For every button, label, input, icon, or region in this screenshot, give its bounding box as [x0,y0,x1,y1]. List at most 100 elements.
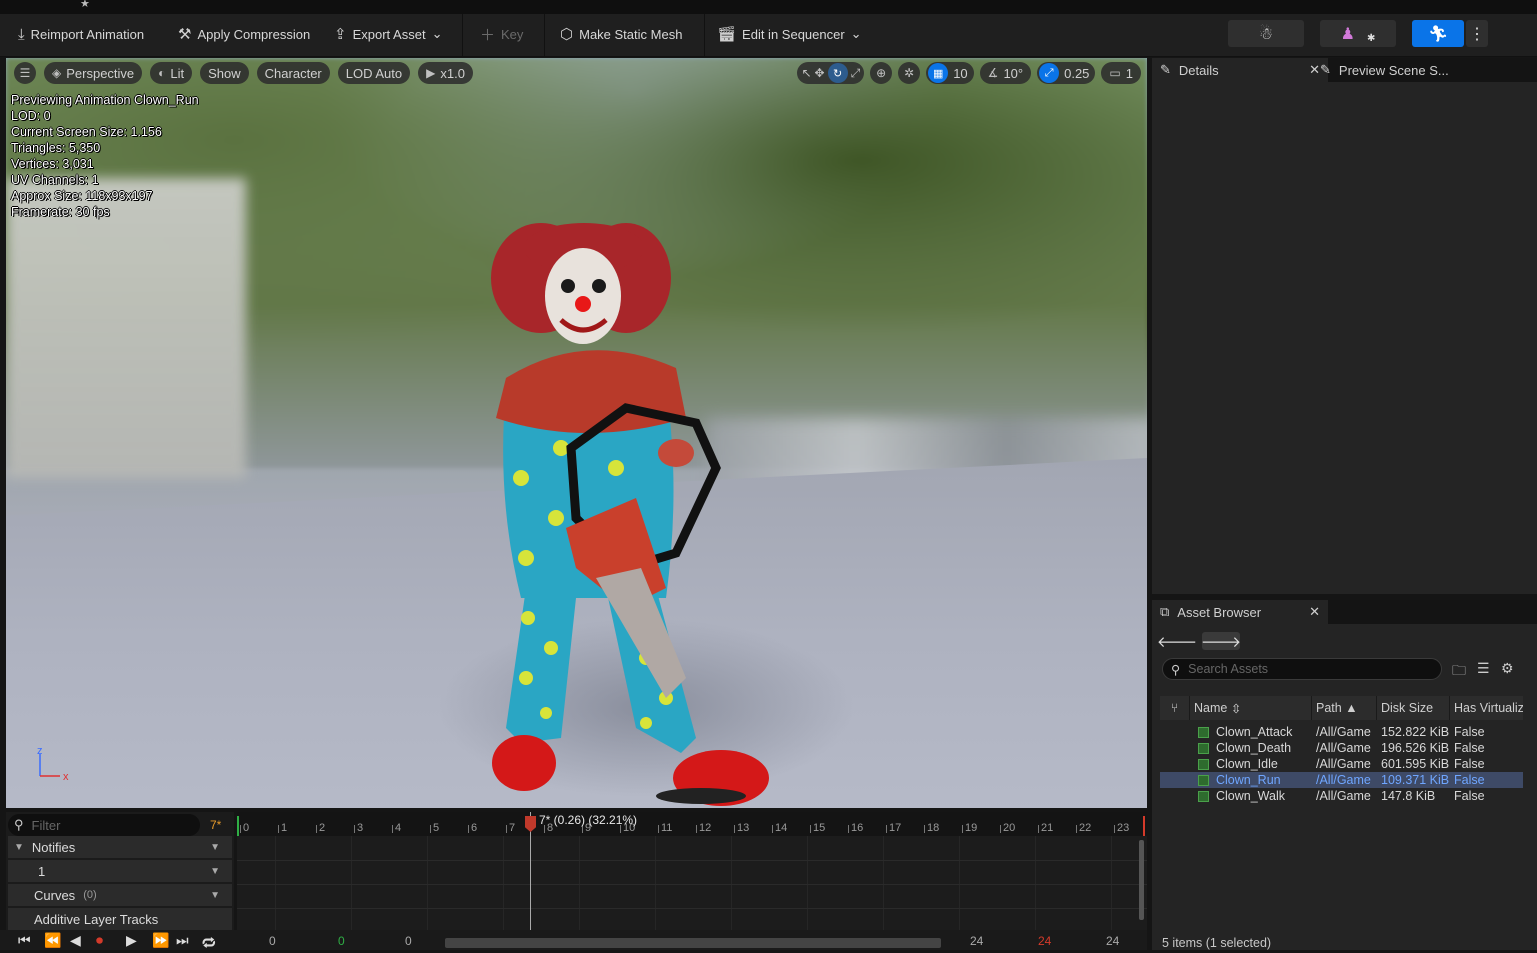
show-button[interactable]: Show [200,62,249,84]
play-rate-button[interactable]: ▶ x1.0 [418,62,473,84]
running-man-icon: 🏃︎ [1427,25,1449,43]
record-icon[interactable]: ⏺ [96,932,103,949]
tab-asset-browser[interactable]: ⧉ Asset Browser ✕ [1152,600,1328,624]
export-asset-button[interactable]: ⇪ Export Asset ⌄ [334,14,442,54]
table-row-selected[interactable]: Clown_Run /All/Game 109.371 KiB False [1160,772,1523,788]
column-disk-size[interactable]: Disk Size [1377,696,1450,720]
grid-snap-button[interactable]: ▦ 10 [926,62,974,84]
working-start-value[interactable]: 0 [405,934,412,948]
sequencer-icon: 🎬︎ [717,26,737,43]
range-end-marker[interactable] [1143,816,1145,836]
surface-snap-button[interactable]: ✲ [898,62,921,84]
step-forward-icon[interactable]: ⏩ [152,932,169,949]
play-icon[interactable]: ▶ [126,932,137,949]
table-row[interactable]: Clown_Death /All/Game 196.526 KiB False [1160,740,1523,756]
folder-icon[interactable]: 🗀 [1452,660,1466,684]
view-start-value[interactable]: 0 [269,934,276,948]
animation-mode-button[interactable]: 🏃︎ [1412,20,1464,47]
viewport-stats: Previewing Animation Clown_Run LOD: 0 Cu… [11,92,199,220]
camera-speed-button[interactable]: ▭ 1 [1101,62,1141,84]
dropdown-arrow-icon[interactable]: ▼ [210,890,220,901]
back-button[interactable]: 🡐 [1157,632,1197,651]
skeleton-mode-button[interactable]: ☃ [1228,20,1304,47]
lod-button[interactable]: LOD Auto [337,62,411,84]
curves-track[interactable]: Curves (0) ▼ [8,884,232,906]
column-name[interactable]: Name ⇳ [1190,696,1312,720]
preview-viewport[interactable]: ☰ ◈ Perspective ◐ Lit Show Character LOD A… [6,58,1147,808]
pencil-icon: ✎ [1160,62,1171,77]
translate-icon[interactable]: ✥ [815,66,825,80]
grid-line [959,836,960,930]
timeline-vertical-scrollbar[interactable] [1139,840,1144,920]
range-start-marker[interactable] [237,816,239,836]
settings-gear-icon[interactable]: ⚙ [1501,660,1514,677]
tab-preview-scene[interactable]: ✎ Preview Scene S... [1312,58,1488,82]
apply-compression-button[interactable]: ⚒ Apply Compression [178,14,310,54]
asset-has-virtualized: False [1454,773,1485,787]
forward-button[interactable]: 🡒 [1201,632,1241,651]
details-panel [1152,82,1537,594]
playback-start-value[interactable]: 0 [338,934,345,948]
table-row[interactable]: Clown_Attack /All/Game 152.822 KiB False [1160,724,1523,740]
select-icon[interactable]: ↖ [801,66,811,80]
time-ruler[interactable]: 0 1 2 3 4 5 6 7 8 9 10 11 12 13 14 15 16… [237,812,1147,836]
table-row[interactable]: Clown_Walk /All/Game 147.8 KiB False [1160,788,1523,804]
export-icon: ⇪ [334,26,347,43]
search-assets-input[interactable]: ⚲ Search Assets [1162,658,1442,680]
character-button[interactable]: Character [256,62,330,84]
dropdown-arrow-icon[interactable]: ▼ [210,866,220,877]
viewport-menu-button[interactable]: ☰ [14,62,36,84]
close-icon[interactable]: ✕ [1309,604,1320,620]
column-path[interactable]: Path ▲ [1312,696,1377,720]
tick-label: 11 [657,822,673,834]
rotation-snap-button[interactable]: ∡ 10° [979,62,1032,84]
additive-layer-tracks[interactable]: Additive Layer Tracks [8,908,232,930]
scale-snap-button[interactable]: ⤢ 0.25 [1037,62,1096,84]
scale-snap-value: 0.25 [1064,65,1090,81]
reimport-animation-button[interactable]: ⤓ Reimport Animation [18,14,144,54]
step-back-icon[interactable]: ⏪ [44,932,61,949]
track-filter-input[interactable]: ⚲ Filter [8,814,200,836]
reimport-label: Reimport Animation [30,26,145,42]
grid-line [731,836,732,930]
mesh-mode-button[interactable]: ♟ ✱ [1320,20,1396,47]
working-end-value[interactable]: 24 [970,934,983,948]
tick-label: 12 [695,822,712,834]
skip-to-end-icon[interactable]: ⏭ [176,932,189,949]
timeline-horizontal-scrollbar[interactable] [445,938,941,948]
scale-icon[interactable]: ⤢ [851,66,861,81]
lit-button[interactable]: ◐ Lit [150,62,193,84]
column-has-virtualized[interactable]: Has Virtualiz [1450,696,1523,720]
details-tab-bar: ✎ Details ✕ ✎ Preview Scene S... [1152,58,1537,82]
local-space-button[interactable]: ⊕ [870,62,893,84]
table-row[interactable]: Clown_Idle /All/Game 601.595 KiB False [1160,756,1523,772]
more-options-button[interactable]: ⋮ [1466,20,1488,47]
dropdown-arrow-icon[interactable]: ▼ [210,842,220,853]
filter-icon[interactable]: ☰ [1477,660,1490,677]
tick-label: 1 [277,822,288,834]
mesh-icon: ♟ [1340,25,1355,43]
key-button[interactable]: ＋ Key [480,14,523,54]
timeline-area[interactable]: 0 1 2 3 4 5 6 7 8 9 10 11 12 13 14 15 16… [237,812,1147,930]
grid-line [655,836,656,930]
play-reverse-icon[interactable]: ◀ [70,932,81,949]
skip-to-start-icon[interactable]: ⏮ [18,932,31,949]
edit-in-sequencer-button[interactable]: 🎬︎ Edit in Sequencer ⌄ [717,14,862,54]
collapse-arrow-icon[interactable]: ▼ [14,842,24,853]
notifies-track[interactable]: ▼ Notifies ▼ [8,836,232,858]
tick-label: 5 [429,822,440,834]
view-end-value[interactable]: 24 [1106,934,1119,948]
rotate-icon[interactable]: ↻ [827,63,848,83]
make-static-mesh-button[interactable]: ⬡ Make Static Mesh [560,14,682,54]
background-building [6,178,246,478]
perspective-button[interactable]: ◈ Perspective [44,62,143,84]
notify-track-1[interactable]: 1 ▼ [8,860,232,882]
cube-icon: ◈ [52,66,62,80]
tick-label: 0 [239,822,250,834]
source-control-icon[interactable]: ⑂ [1160,696,1190,720]
stat-uv-channels: UV Channels: 1 [11,173,99,187]
tab-details[interactable]: ✎ Details ✕ [1152,58,1328,82]
tick-label: 3 [353,822,364,834]
scale-snap-icon: ⤢ [1039,63,1060,83]
playback-end-value[interactable]: 24 [1038,934,1051,948]
